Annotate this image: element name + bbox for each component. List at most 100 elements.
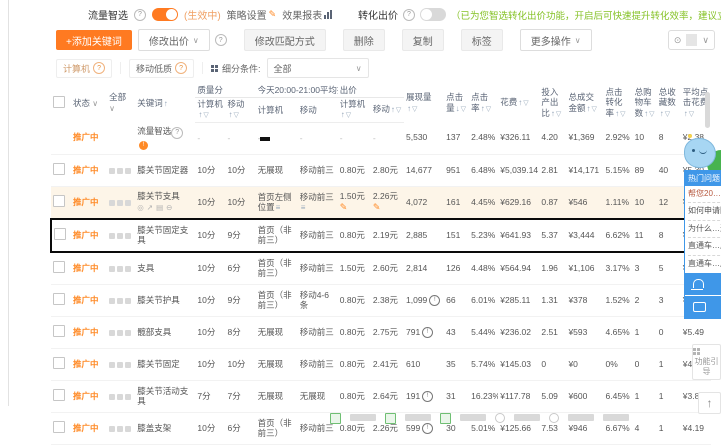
sub-col-mobile[interactable]: 移动↑▽ — [370, 97, 404, 124]
bid-pc-cell[interactable]: 1.50元✎ — [337, 186, 371, 220]
row-type-icons[interactable] — [107, 122, 136, 155]
back-to-top-button[interactable]: ↑ — [698, 392, 721, 414]
keyword-cell[interactable]: 流量智选?! — [135, 122, 196, 155]
row-checkbox-cell[interactable] — [51, 316, 72, 349]
copy-button[interactable]: 复制 — [401, 29, 444, 51]
col-metric[interactable]: 点击转化率↑▽ — [604, 84, 633, 123]
edit-bid-pencil-icon[interactable]: ✎ — [373, 202, 381, 212]
feature-guide-button[interactable]: 功能引导 — [692, 344, 721, 381]
notification-bell-button[interactable] — [685, 272, 721, 295]
row-type-icons[interactable] — [107, 348, 136, 381]
smart-traffic-toggle[interactable] — [152, 8, 178, 21]
add-keyword-button[interactable]: +添加关键词 — [56, 30, 132, 50]
assistant-mascot-icon[interactable] — [684, 138, 716, 168]
faq-item[interactable]: 直通车…厂 — [688, 237, 721, 254]
row-checkbox[interactable] — [53, 293, 65, 306]
bid-mobile-cell[interactable]: 2.75元 — [370, 316, 404, 349]
tab-mobile-lowscore[interactable]: 移动低质? — [129, 58, 195, 78]
rank-list-icon[interactable]: ≡ — [276, 203, 281, 212]
feedback-chat-button[interactable] — [685, 295, 721, 318]
row-type-icons[interactable] — [107, 380, 136, 413]
edit-bid-pencil-icon[interactable]: ✎ — [340, 202, 348, 212]
row-checkbox-cell[interactable] — [51, 252, 72, 285]
select-all-checkbox[interactable] — [53, 95, 65, 108]
row-type-icons[interactable] — [107, 186, 136, 220]
keyword-cell[interactable]: 膝关节支具 ◎ ↗ ▤ ⊖ — [135, 186, 196, 220]
modify-bid-select[interactable]: 修改出价 ∨ — [137, 29, 210, 51]
keyword-action-icons[interactable]: ◎ ↗ ▤ ⊖ — [137, 203, 193, 213]
col-keyword[interactable]: 关键词↑ — [135, 84, 195, 123]
keyword-cell[interactable]: 膝关节活动支具 — [135, 380, 196, 413]
modify-match-button[interactable]: 修改匹配方式 — [243, 29, 326, 51]
row-checkbox[interactable] — [53, 195, 65, 208]
row-type-icons[interactable] — [107, 154, 136, 187]
more-actions-button[interactable]: 更多操作 ∨ — [519, 29, 592, 51]
faq-item[interactable]: 如何申请图片功… — [688, 202, 721, 219]
bid-mobile-cell[interactable]: 2.80元 — [370, 154, 404, 187]
faq-item[interactable]: 为什么…过日期… — [688, 219, 721, 237]
row-checkbox[interactable] — [53, 389, 65, 402]
info-icon[interactable]: ? — [214, 34, 227, 46]
col-status[interactable]: 状态 ∨ — [71, 84, 107, 123]
bid-pc-cell[interactable]: 1.50元 — [337, 252, 371, 285]
bid-mobile-cell[interactable]: 2.60元 — [370, 252, 404, 285]
bid-pc-cell[interactable]: 0.80元 — [337, 316, 371, 349]
row-type-icons[interactable] — [107, 284, 136, 317]
sub-col-pc[interactable]: 计算机↑▽ — [195, 97, 226, 124]
row-checkbox-cell[interactable] — [51, 122, 72, 155]
bid-pc-cell[interactable]: 0.80元 — [337, 284, 371, 317]
info-icon[interactable]: ? — [134, 8, 146, 21]
col-metric[interactable]: 总收藏数↑▽ — [657, 84, 681, 123]
sub-col-mobile[interactable]: 移动↑▽ — [225, 97, 256, 124]
info-icon[interactable]: ? — [403, 8, 415, 21]
bid-mobile-cell[interactable]: 2.19元 — [370, 218, 404, 253]
row-checkbox[interactable] — [53, 421, 65, 434]
bid-pc-cell[interactable]: 0.80元 — [337, 380, 371, 413]
bid-pc-cell[interactable]: 0.80元 — [337, 218, 371, 253]
keyword-cell[interactable]: 膝关节固定支具 — [135, 218, 196, 253]
row-checkbox-cell[interactable] — [51, 154, 72, 187]
bid-pc-cell[interactable]: - — [337, 122, 371, 155]
col-metric[interactable]: 总购物车数↑▽ — [633, 84, 657, 123]
bid-pc-cell[interactable]: 0.80元 — [337, 154, 371, 187]
row-type-icons[interactable] — [107, 218, 136, 253]
keyword-cell[interactable]: 膝盖支架 — [135, 412, 196, 445]
row-checkbox-cell[interactable] — [51, 412, 72, 445]
sub-col-pc[interactable]: 计算机↑▽ — [337, 97, 371, 124]
bid-mobile-cell[interactable]: - — [370, 122, 404, 155]
col-metric[interactable]: 花费↑▽ — [498, 84, 539, 123]
row-checkbox-cell[interactable] — [51, 284, 72, 317]
keyword-cell[interactable]: 支具 — [135, 252, 196, 285]
col-metric[interactable]: 点击率↑▽ — [469, 84, 498, 123]
row-checkbox-cell[interactable] — [51, 380, 72, 413]
row-checkbox[interactable] — [53, 261, 65, 274]
row-checkbox[interactable] — [53, 163, 65, 176]
segment-select[interactable]: 全部 ∨ — [266, 58, 369, 78]
gear-icon[interactable]: ⊙ — [669, 35, 687, 46]
faq-item[interactable]: 帮您20… — [688, 186, 721, 202]
bid-mobile-cell[interactable]: 2.38元 — [370, 284, 404, 317]
col-metric[interactable]: 点击量↓▽ — [444, 84, 469, 123]
sub-col-pc[interactable]: 计算机 — [255, 97, 298, 124]
col-metric[interactable]: 投入产出比↑▽ — [539, 84, 566, 123]
chevron-down-icon[interactable]: ∨ — [697, 35, 714, 46]
impression-info-icon[interactable]: ! — [422, 391, 434, 402]
effect-report-link[interactable]: 效果报表 — [282, 7, 333, 22]
impression-info-icon[interactable]: ! — [422, 327, 434, 338]
rank-list-icon[interactable]: ≡ — [301, 203, 306, 212]
strategy-settings-link[interactable]: 策略设置 ✎ — [227, 7, 277, 22]
bid-mobile-cell[interactable]: 2.64元 — [370, 380, 404, 413]
row-checkbox-cell[interactable] — [51, 348, 72, 381]
tab-pc-lowscore[interactable]: 计算机? — [56, 58, 113, 78]
keyword-cell[interactable]: 膝关节固定器 — [135, 154, 196, 187]
table-settings-control[interactable]: ⊙ ∨ — [667, 30, 715, 50]
row-type-icons[interactable] — [107, 316, 136, 349]
impression-info-icon[interactable]: ! — [429, 295, 441, 306]
row-checkbox[interactable] — [53, 357, 65, 370]
col-metric[interactable]: 总成交金额↑▽ — [566, 84, 603, 123]
row-checkbox-cell[interactable] — [49, 218, 72, 253]
bid-mobile-cell[interactable]: 2.41元 — [370, 348, 404, 381]
keyword-cell[interactable]: 髋部支具 — [135, 316, 196, 349]
row-checkbox[interactable] — [54, 228, 66, 241]
row-checkbox-cell[interactable] — [51, 186, 72, 220]
